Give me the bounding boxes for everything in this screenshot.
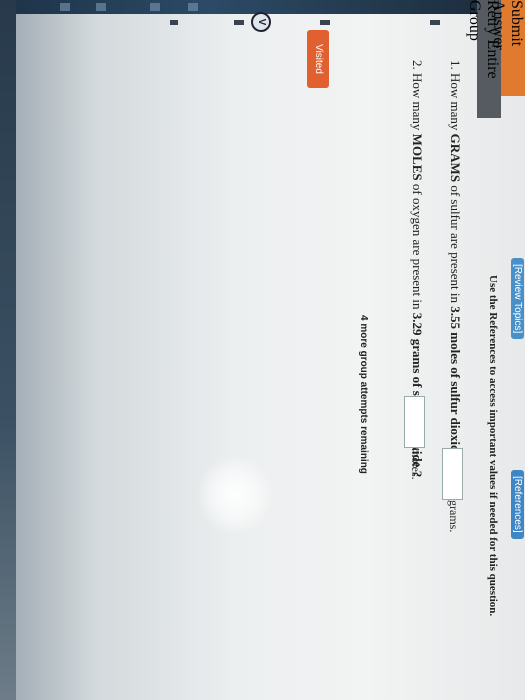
screen-glare [195,455,275,535]
question-number: 1. [448,60,463,70]
attempts-remaining-text: 4 more group attempts remaining [358,315,369,474]
question-emphasis: MOLES [410,133,425,181]
retry-entire-group-button[interactable]: Retry Entire Group [466,0,501,118]
review-topics-link[interactable]: [Review Topics] [511,258,524,340]
references-note: Use the References to access important v… [487,275,499,617]
question-text: How many [448,73,463,131]
submit-answer-button[interactable]: Submit Answer [490,0,525,96]
collapse-chevron-icon[interactable]: V [251,12,271,32]
grams-unit: grams. [447,500,461,533]
visited-tab[interactable]: Visited [307,30,329,88]
question-emphasis: GRAMS [448,133,463,183]
question-number: 2. [410,60,425,70]
question-1: 1. How many GRAMS of sulfur are present … [447,60,463,468]
moles-answer-input[interactable] [404,396,425,448]
question-text: How many [410,73,425,131]
question-text: of oxygen are present in [410,183,425,310]
question-page: [Review Topics] [References] Use the Ref… [0,0,525,700]
grams-answer-input[interactable] [442,448,463,500]
question-amount: 3.55 [448,306,463,329]
question-text: of sulfur are present in [448,185,463,303]
references-link[interactable]: [References] [511,470,524,539]
moles-unit: moles. [409,448,423,480]
question-amount: 3.29 [410,312,425,336]
